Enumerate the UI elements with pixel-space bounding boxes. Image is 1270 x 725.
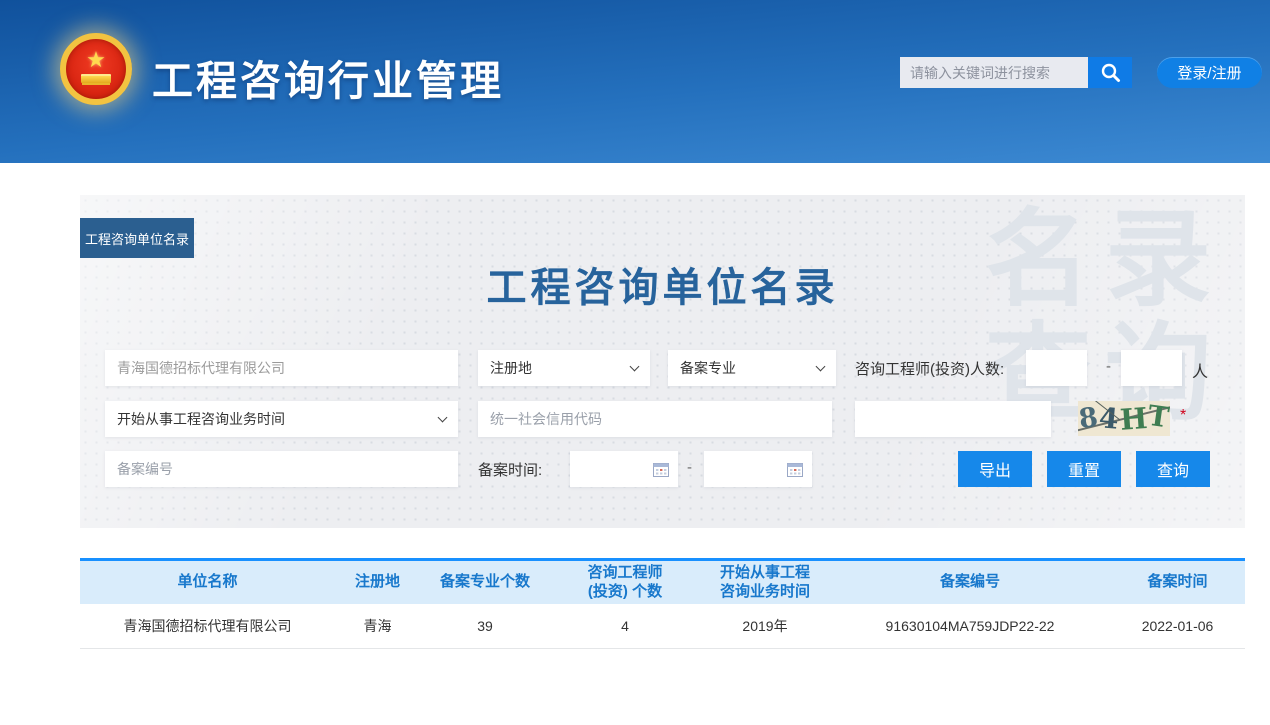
page-title: 工程咨询单位名录	[80, 255, 1245, 313]
query-button[interactable]: 查询	[1136, 451, 1210, 487]
calendar-icon	[787, 462, 803, 477]
captcha-char: H	[1118, 401, 1148, 436]
record-time-start-input[interactable]	[570, 451, 678, 487]
search-icon	[1100, 62, 1121, 83]
table-cell: 39	[420, 618, 550, 634]
captcha-image[interactable]: 84HT	[1078, 401, 1170, 436]
column-header: 咨询工程师 (投资) 个数	[550, 561, 700, 604]
chevron-down-icon	[816, 362, 826, 372]
table-cell: 青海	[335, 616, 420, 636]
region-select-value: 注册地	[490, 358, 532, 378]
person-unit-label: 人	[1192, 358, 1208, 382]
tab-unit-directory[interactable]: 工程咨询单位名录	[80, 218, 194, 258]
site-header: ★ 工程咨询行业管理 登录/注册	[0, 0, 1270, 163]
column-header: 注册地	[335, 561, 420, 604]
chevron-down-icon	[630, 362, 640, 372]
date-separator: -	[687, 459, 692, 476]
record-time-end-input[interactable]	[704, 451, 812, 487]
emblem-star-icon: ★	[86, 50, 106, 70]
table-cell: 91630104MA759JDP22-22	[830, 618, 1110, 634]
region-select[interactable]: 注册地	[478, 350, 650, 386]
range-separator: -	[1106, 358, 1111, 375]
search-panel: 名录 查询 工程咨询单位名录 工程咨询单位名录 注册地 备案专业 咨询工程师(投…	[80, 195, 1245, 528]
specialty-select[interactable]: 备案专业	[668, 350, 836, 386]
start-time-select-value: 开始从事工程咨询业务时间	[117, 409, 285, 429]
calendar-icon	[653, 462, 669, 477]
captcha-input[interactable]	[855, 401, 1051, 437]
engineer-count-label: 咨询工程师(投资)人数:	[855, 358, 1004, 379]
column-header: 单位名称	[80, 561, 335, 604]
record-time-label: 备案时间:	[478, 459, 542, 480]
login-register-button[interactable]: 登录/注册	[1157, 57, 1262, 88]
site-title: 工程咨询行业管理	[152, 47, 504, 107]
table-cell: 2019年	[700, 616, 830, 636]
captcha-char: T	[1146, 401, 1170, 434]
emblem-gate-icon	[81, 74, 111, 83]
table-row[interactable]: 青海国德招标代理有限公司青海3942019年91630104MA759JDP22…	[80, 604, 1245, 649]
header-search-input[interactable]	[900, 57, 1088, 88]
table-cell: 2022-01-06	[1110, 618, 1245, 634]
engineer-count-min-input[interactable]	[1026, 350, 1087, 386]
table-cell: 青海国德招标代理有限公司	[80, 616, 335, 636]
captcha-char: 4	[1098, 401, 1120, 436]
column-header: 备案编号	[830, 561, 1110, 604]
reset-button[interactable]: 重置	[1047, 451, 1121, 487]
table-header-row: 单位名称注册地备案专业个数咨询工程师 (投资) 个数开始从事工程 咨询业务时间备…	[80, 561, 1245, 604]
chevron-down-icon	[438, 413, 448, 423]
specialty-select-value: 备案专业	[680, 358, 736, 378]
page: ★ 工程咨询行业管理 登录/注册 名录 查询 工程咨询单位名录 工程咨询单位名录…	[0, 0, 1270, 725]
column-header: 备案专业个数	[420, 561, 550, 604]
watermark-text: 名录 查询	[985, 203, 1225, 431]
column-header: 开始从事工程 咨询业务时间	[700, 561, 830, 604]
table-body: 青海国德招标代理有限公司青海3942019年91630104MA759JDP22…	[80, 604, 1245, 649]
record-number-input[interactable]	[105, 451, 458, 487]
table-cell: 4	[550, 618, 700, 634]
national-emblem-icon: ★	[60, 33, 132, 105]
required-asterisk: *	[1180, 407, 1186, 425]
start-time-select[interactable]: 开始从事工程咨询业务时间	[105, 401, 458, 437]
company-name-input[interactable]	[105, 350, 458, 386]
engineer-count-max-input[interactable]	[1121, 350, 1182, 386]
search-button[interactable]	[1088, 57, 1132, 88]
captcha-char: 8	[1078, 402, 1100, 435]
export-button[interactable]: 导出	[958, 451, 1032, 487]
column-header: 备案时间	[1110, 561, 1245, 604]
credit-code-input[interactable]	[478, 401, 832, 437]
results-table: 单位名称注册地备案专业个数咨询工程师 (投资) 个数开始从事工程 咨询业务时间备…	[80, 558, 1245, 649]
